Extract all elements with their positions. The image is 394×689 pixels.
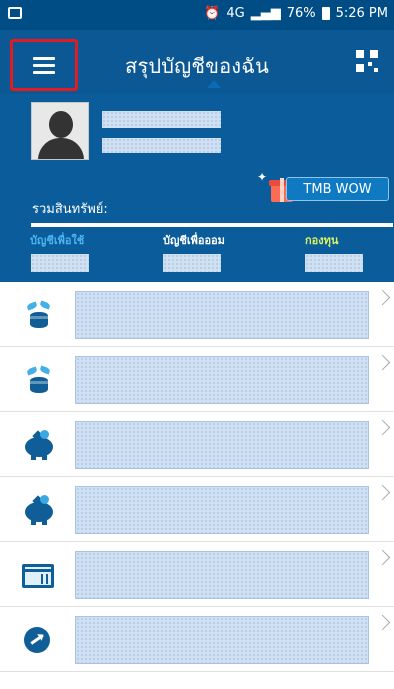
tab-funds[interactable]: กองทุน bbox=[305, 231, 338, 249]
user-avatar-icon bbox=[49, 111, 73, 138]
list-item[interactable] bbox=[0, 412, 394, 477]
network-label: 4G bbox=[226, 6, 245, 21]
saving-value-placeholder bbox=[163, 254, 221, 272]
user-id-placeholder bbox=[102, 138, 221, 153]
list-item[interactable] bbox=[0, 607, 394, 672]
chevron-right-icon bbox=[374, 549, 391, 566]
spending-value-placeholder bbox=[31, 254, 89, 272]
coin-stack-icon bbox=[22, 300, 54, 330]
battery-percent: 76% bbox=[286, 6, 316, 21]
account-info-placeholder bbox=[75, 616, 369, 664]
status-bar: ⏰ 4G ▂▄▆ 76% 5:26 PM bbox=[0, 0, 394, 30]
avatar[interactable] bbox=[31, 102, 89, 160]
chevron-right-icon bbox=[374, 484, 391, 501]
account-tabs: บัญชีเพื่อใช้ บัญชีเพื่อออม กองทุน bbox=[0, 231, 394, 247]
assets-progress-bar bbox=[31, 223, 393, 227]
tmb-wow-button[interactable]: TMB WOW bbox=[286, 177, 389, 201]
chevron-right-icon bbox=[374, 614, 391, 631]
coin-stack-icon bbox=[22, 365, 54, 395]
status-right: ⏰ 4G ▂▄▆ 76% 5:26 PM bbox=[204, 6, 388, 21]
chevron-right-icon bbox=[374, 289, 391, 306]
account-summary-panel: ✦ TMB WOW รวมสินทรัพย์: บัญชีเพื่อใช้ บั… bbox=[0, 94, 394, 282]
app-bar: สรุปบัญชีของฉัน bbox=[0, 30, 394, 94]
account-info-placeholder bbox=[75, 291, 369, 339]
title-pointer bbox=[207, 80, 221, 88]
chevron-right-icon bbox=[374, 419, 391, 436]
chevron-right-icon bbox=[374, 354, 391, 371]
list-item[interactable] bbox=[0, 347, 394, 412]
tab-saving[interactable]: บัญชีเพื่อออม bbox=[163, 231, 225, 249]
list-item[interactable] bbox=[0, 282, 394, 347]
signal-icon: ▂▄▆ bbox=[250, 6, 281, 21]
total-assets-label: รวมสินทรัพย์: bbox=[32, 202, 108, 217]
list-item[interactable] bbox=[0, 542, 394, 607]
image-icon bbox=[8, 7, 22, 19]
piggy-bank-icon bbox=[22, 430, 54, 460]
account-info-placeholder bbox=[75, 421, 369, 469]
funds-value-placeholder bbox=[305, 254, 363, 272]
account-info-placeholder bbox=[75, 356, 369, 404]
alarm-icon: ⏰ bbox=[204, 6, 221, 21]
account-list bbox=[0, 282, 394, 672]
fund-growth-icon bbox=[22, 625, 54, 655]
account-info-placeholder bbox=[75, 486, 369, 534]
user-name-placeholder bbox=[102, 111, 221, 128]
battery-icon bbox=[321, 7, 330, 20]
piggy-bank-icon bbox=[22, 495, 54, 525]
clock: 5:26 PM bbox=[335, 6, 388, 21]
tab-spending[interactable]: บัญชีเพื่อใช้ bbox=[30, 231, 84, 249]
qr-code-icon[interactable] bbox=[356, 50, 378, 72]
account-info-placeholder bbox=[75, 551, 369, 599]
list-item[interactable] bbox=[0, 477, 394, 542]
page-title: สรุปบัญชีของฉัน bbox=[125, 54, 269, 78]
credit-card-icon bbox=[22, 560, 54, 590]
